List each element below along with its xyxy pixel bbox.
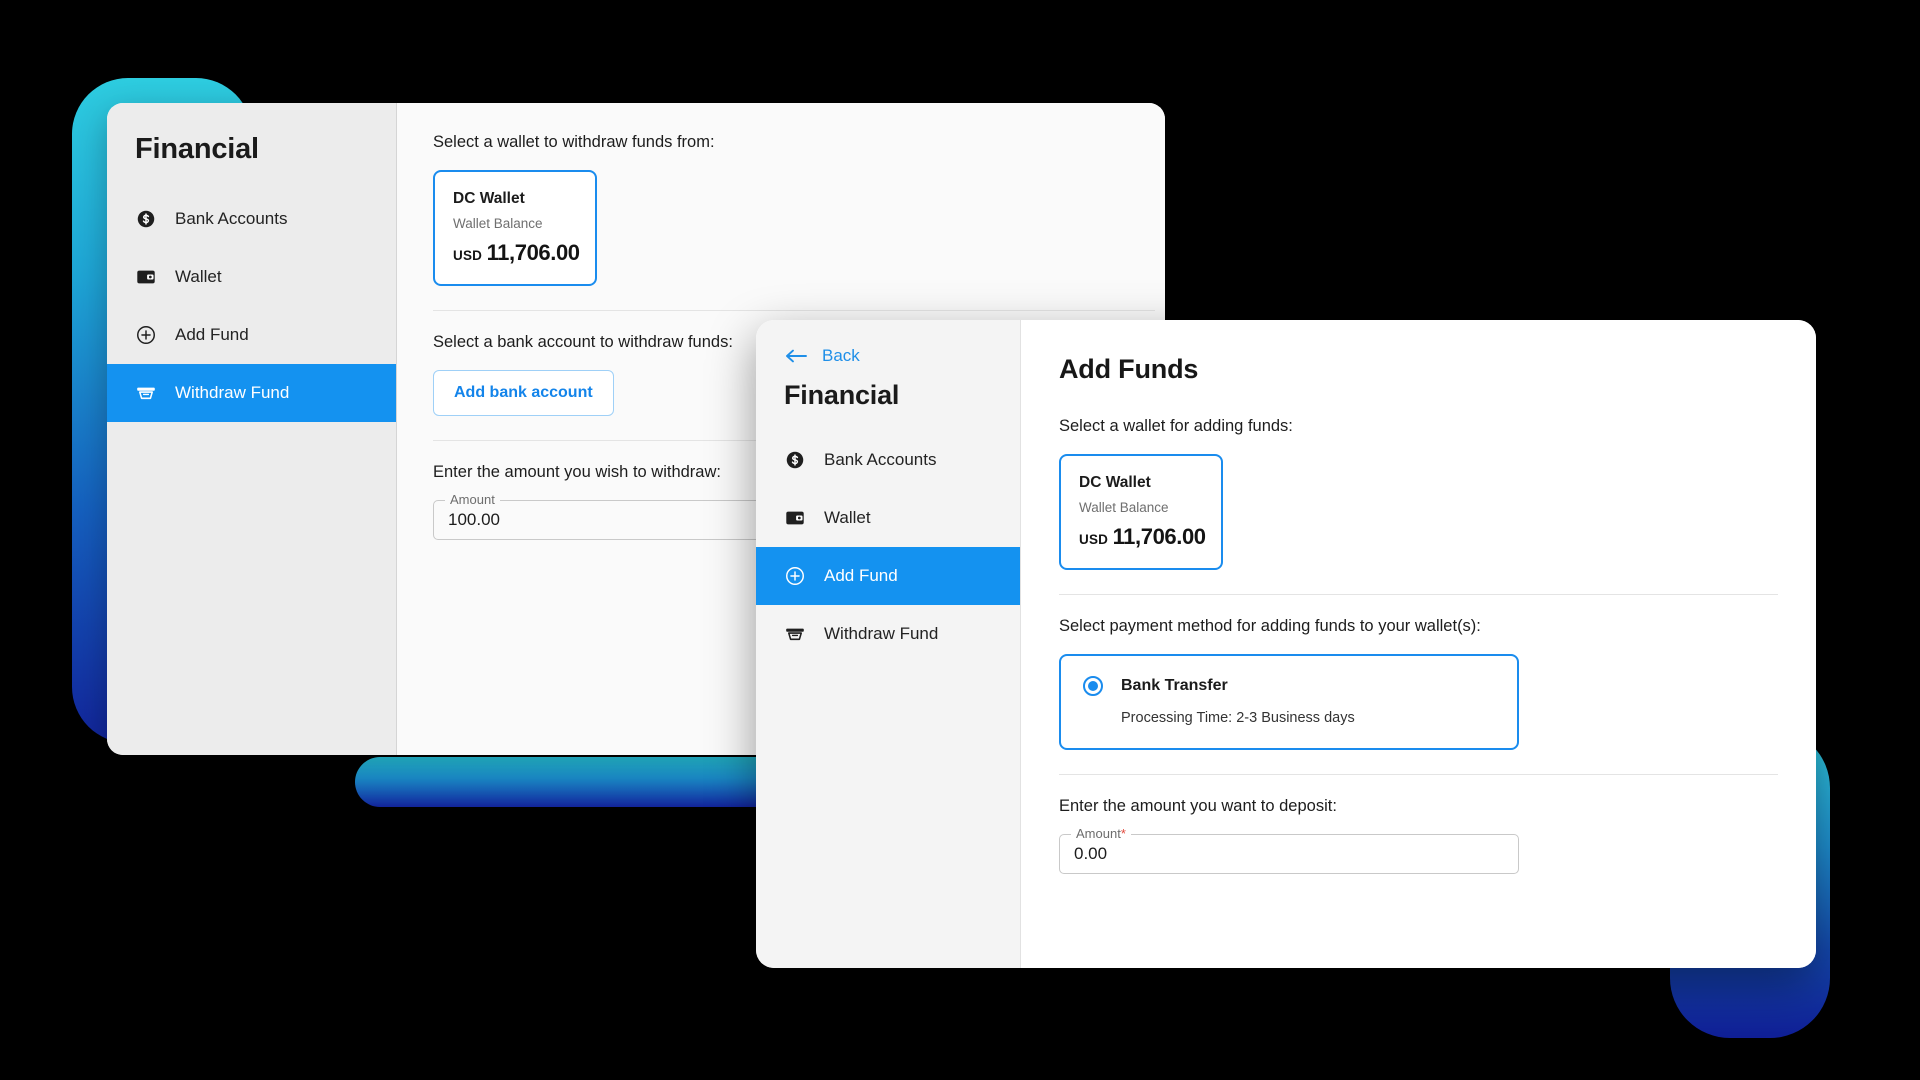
sidebar-item-withdraw-fund[interactable]: Withdraw Fund: [107, 364, 396, 422]
sidebar-item-label: Bank Accounts: [824, 450, 937, 469]
plus-circle-icon: [786, 567, 804, 585]
deposit-amount-prompt: Enter the amount you want to deposit:: [1059, 797, 1337, 815]
radio-bank-transfer[interactable]: [1083, 676, 1103, 696]
atm-withdraw-icon: [137, 387, 155, 400]
sidebar-item-add-fund[interactable]: Add Fund: [756, 547, 1020, 605]
addfunds-wallet-prompt: Select a wallet for adding funds:: [1059, 417, 1293, 435]
wallet-icon: [137, 270, 155, 284]
sidebar-brand: Financial: [784, 380, 900, 410]
withdraw-sidebar-nav: Bank Accounts Wallet Add Fund Withdraw F…: [107, 190, 396, 422]
sidebar-item-withdraw-fund[interactable]: Withdraw Fund: [756, 605, 1020, 663]
divider: [433, 310, 1155, 311]
divider: [1059, 594, 1778, 595]
sidebar-item-label: Wallet: [175, 267, 222, 286]
payment-method-header: Bank Transfer: [1083, 676, 1495, 696]
sidebar-brand: Financial: [135, 133, 259, 165]
wallet-name: DC Wallet: [453, 190, 525, 207]
sidebar-item-label: Bank Accounts: [175, 209, 288, 228]
add-bank-account-button[interactable]: Add bank account: [433, 370, 614, 416]
wallet-amount-value: 11,706.00: [1112, 524, 1206, 549]
wallet-balance-label: Wallet Balance: [1079, 500, 1169, 515]
sidebar-item-wallet[interactable]: Wallet: [107, 248, 396, 306]
payment-method-name: Bank Transfer: [1121, 677, 1228, 694]
payment-method-bank-transfer[interactable]: Bank Transfer Processing Time: 2-3 Busin…: [1059, 654, 1519, 750]
wallet-option-dc-wallet[interactable]: DC Wallet Wallet Balance USD 11,706.00: [433, 170, 597, 286]
dollar-coin-icon: [137, 210, 155, 228]
deposit-amount-field[interactable]: Amount* 0.00: [1059, 826, 1519, 874]
withdraw-amount-label: Amount: [445, 492, 500, 507]
wallet-amount-value: 11,706.00: [486, 240, 580, 265]
screen: Financial Bank Accounts Wallet Add Fund …: [0, 0, 1920, 1080]
sidebar-item-bank-accounts[interactable]: Bank Accounts: [756, 431, 1020, 489]
arrow-left-icon: [786, 349, 807, 363]
withdraw-wallet-prompt: Select a wallet to withdraw funds from:: [433, 133, 715, 151]
add-funds-window: Back Financial Bank Accounts Wallet Add …: [756, 320, 1816, 968]
sidebar-item-label: Add Fund: [175, 325, 249, 344]
payment-method-processing-time: Processing Time: 2-3 Business days: [1121, 710, 1355, 726]
required-asterisk: *: [1120, 826, 1126, 841]
divider: [1059, 774, 1778, 775]
sidebar-item-label: Withdraw Fund: [175, 383, 290, 402]
page-title: Add Funds: [1059, 354, 1199, 384]
sidebar-item-wallet[interactable]: Wallet: [756, 489, 1020, 547]
back-button[interactable]: Back: [756, 320, 1020, 366]
plus-circle-icon: [137, 326, 155, 344]
deposit-amount-label: Amount*: [1071, 826, 1131, 841]
addfunds-main-pane: Add Funds Select a wallet for adding fun…: [1021, 320, 1816, 968]
addfunds-sidebar: Back Financial Bank Accounts Wallet Add …: [756, 320, 1021, 968]
wallet-balance-amount: USD 11,706.00: [1079, 524, 1206, 550]
wallet-balance-label: Wallet Balance: [453, 216, 543, 231]
payment-method-prompt: Select payment method for adding funds t…: [1059, 617, 1481, 635]
back-label: Back: [822, 346, 860, 365]
sidebar-item-label: Wallet: [824, 508, 871, 527]
deposit-amount-value: 0.00: [1074, 844, 1108, 863]
wallet-balance-amount: USD 11,706.00: [453, 240, 580, 266]
wallet-currency: USD: [1079, 532, 1109, 547]
wallet-name: DC Wallet: [1079, 474, 1151, 491]
sidebar-item-bank-accounts[interactable]: Bank Accounts: [107, 190, 396, 248]
addfunds-sidebar-nav: Bank Accounts Wallet Add Fund Withdraw F…: [756, 431, 1020, 663]
dollar-coin-icon: [786, 451, 804, 469]
wallet-currency: USD: [453, 248, 483, 263]
sidebar-item-label: Add Fund: [824, 566, 898, 585]
withdraw-sidebar: Financial Bank Accounts Wallet Add Fund …: [107, 103, 397, 755]
sidebar-item-add-fund[interactable]: Add Fund: [107, 306, 396, 364]
sidebar-item-label: Withdraw Fund: [824, 624, 939, 643]
wallet-icon: [786, 511, 804, 525]
wallet-option-dc-wallet[interactable]: DC Wallet Wallet Balance USD 11,706.00: [1059, 454, 1223, 570]
radio-dot-icon: [1088, 681, 1098, 691]
withdraw-amount-value: 100.00: [448, 510, 500, 529]
atm-withdraw-icon: [786, 628, 804, 641]
